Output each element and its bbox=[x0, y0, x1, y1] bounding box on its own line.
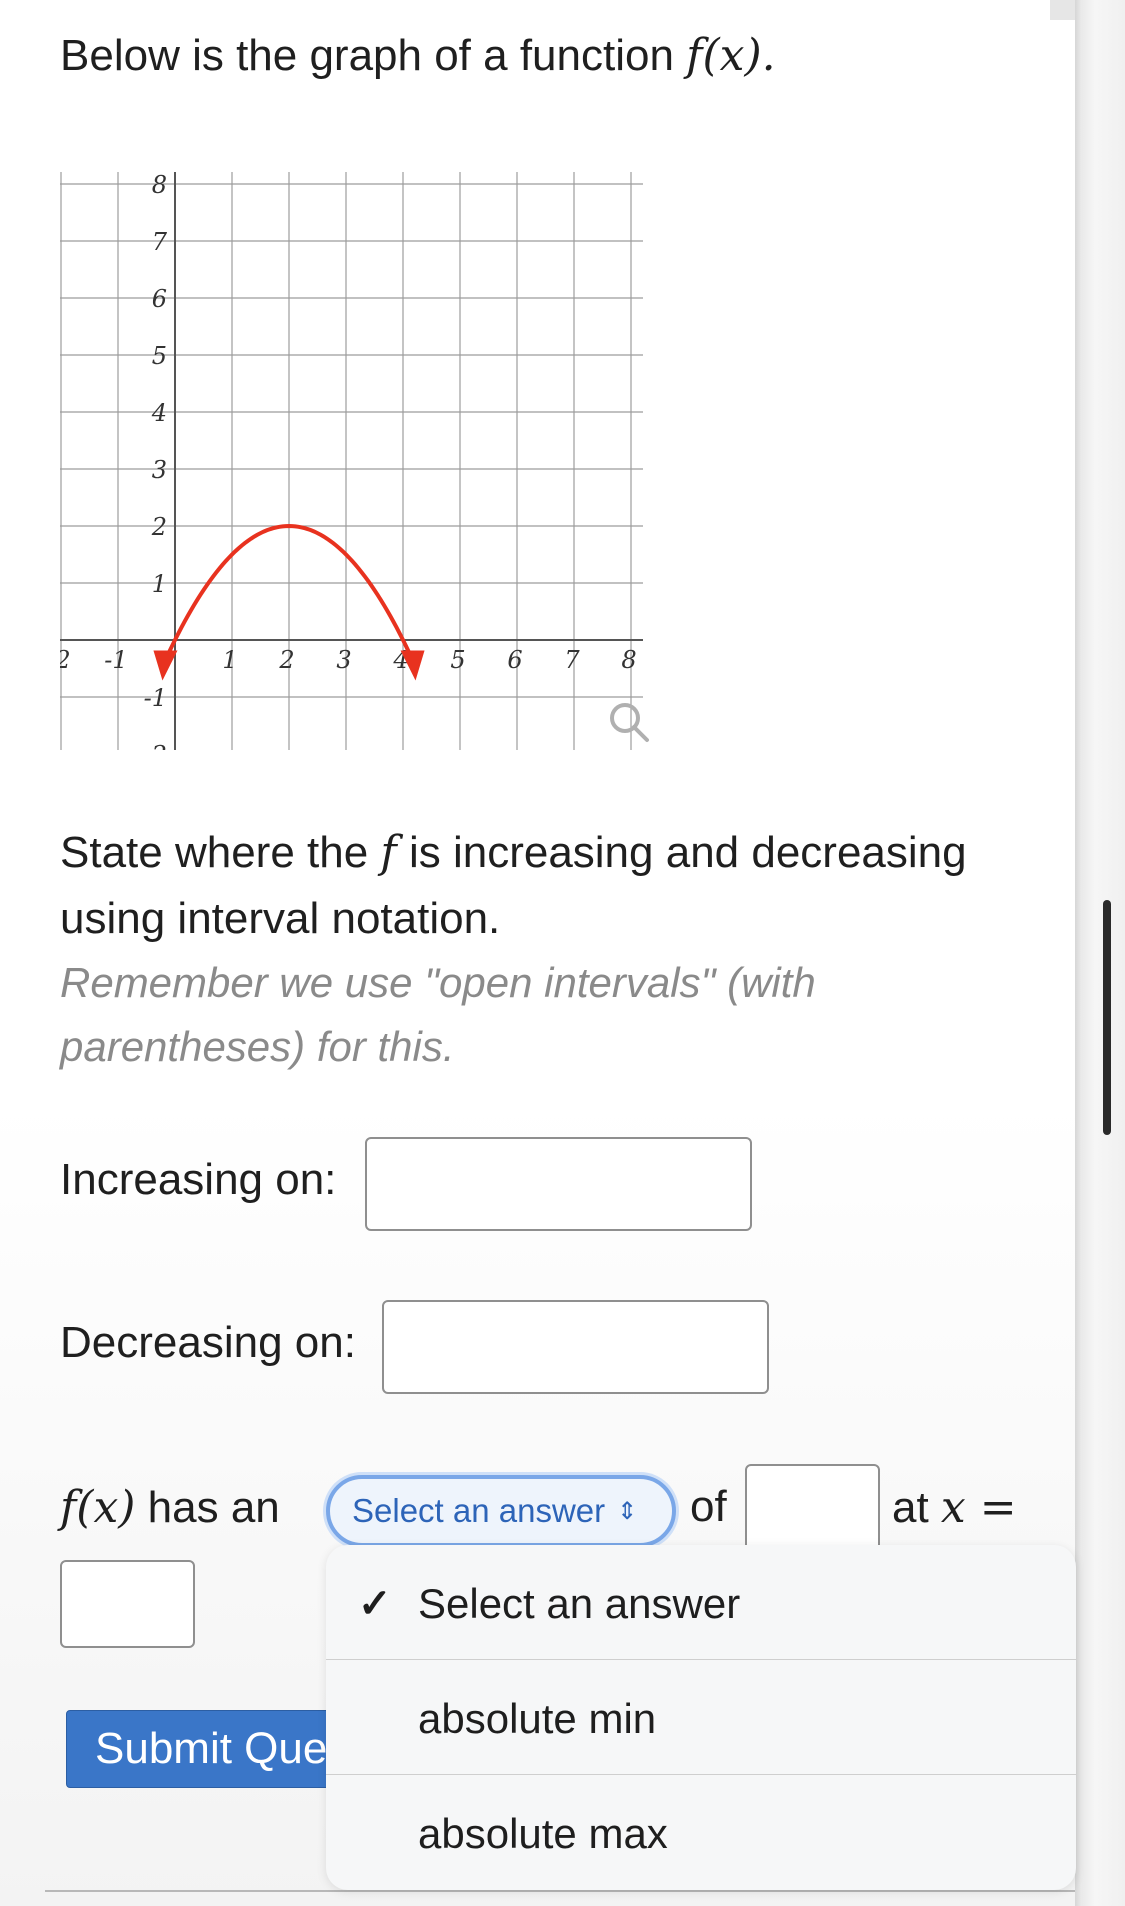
y-tick-label: 2 bbox=[151, 513, 167, 541]
x-tick-label: 2 bbox=[278, 646, 294, 674]
option-label: absolute max bbox=[418, 1810, 668, 1857]
option-label: absolute min bbox=[418, 1695, 657, 1742]
submit-question-button[interactable]: Submit Que bbox=[66, 1710, 366, 1788]
extremum-function: f(x) bbox=[60, 1482, 136, 1533]
option-label: Select an answer bbox=[418, 1580, 741, 1627]
select-value: Select an answer bbox=[352, 1492, 606, 1529]
of-text: of bbox=[690, 1482, 727, 1531]
extremum-dropdown-menu: ✓ Select an answer absolute min absolute… bbox=[326, 1545, 1076, 1890]
curve-arrowhead bbox=[153, 650, 178, 681]
extremum-type-select[interactable]: Select an answer ⇕ bbox=[326, 1475, 676, 1547]
divider bbox=[45, 1890, 1075, 1892]
question-title: Below is the graph of a function f(x). bbox=[60, 30, 776, 81]
scrollbar-thumb[interactable] bbox=[1103, 900, 1111, 1135]
extremum-x-input[interactable] bbox=[60, 1560, 195, 1648]
decreasing-input[interactable] bbox=[382, 1300, 769, 1394]
dropdown-option-select-answer[interactable]: ✓ Select an answer bbox=[326, 1545, 1076, 1659]
y-tick-label: 3 bbox=[152, 456, 167, 484]
function-graph: -2-11234567887654321-1-2 bbox=[60, 171, 649, 750]
y-tick-label: -1 bbox=[144, 684, 167, 712]
at-x-label: at x = bbox=[892, 1482, 1017, 1533]
y-tick-label: 4 bbox=[151, 399, 167, 427]
x-tick-label: 1 bbox=[222, 646, 237, 674]
y-tick-label: 8 bbox=[152, 171, 167, 199]
has-an-text: has an bbox=[135, 1483, 280, 1532]
x-tick-label: -1 bbox=[104, 646, 127, 674]
extremum-value-input[interactable] bbox=[745, 1464, 880, 1556]
increasing-label: Increasing on: bbox=[60, 1155, 337, 1204]
extremum-prefix: f(x) has an bbox=[60, 1482, 280, 1533]
increasing-input[interactable] bbox=[365, 1137, 752, 1231]
x-tick-label: 6 bbox=[507, 646, 522, 674]
x-equals: x = bbox=[940, 1482, 1017, 1533]
window-edge bbox=[1075, 0, 1125, 1906]
prompt-text-a: State where the bbox=[60, 828, 381, 877]
title-text: Below is the graph of a function bbox=[60, 31, 687, 80]
dropdown-option-absolute-max[interactable]: absolute max bbox=[326, 1775, 1076, 1889]
y-tick-label: 5 bbox=[152, 342, 167, 370]
hint-text: Remember we use "open intervals" (with p… bbox=[60, 959, 816, 1070]
x-tick-label: 3 bbox=[336, 646, 351, 674]
title-function: f(x). bbox=[686, 30, 776, 81]
up-down-chevron-icon: ⇕ bbox=[617, 1497, 638, 1525]
y-tick-label: -2 bbox=[144, 741, 167, 750]
x-tick-label: 5 bbox=[450, 646, 465, 674]
window-corner bbox=[1050, 0, 1075, 20]
instructions: State where the f is increasing and decr… bbox=[60, 820, 1050, 952]
y-tick-label: 1 bbox=[152, 570, 167, 598]
at-text: at bbox=[892, 1483, 941, 1532]
y-tick-label: 7 bbox=[152, 228, 168, 256]
magnifier-icon[interactable] bbox=[610, 703, 649, 742]
x-tick-label: 8 bbox=[621, 646, 636, 674]
graph-tick-labels: -2-11234567887654321-1-2 bbox=[60, 171, 637, 750]
x-tick-label: -2 bbox=[60, 646, 71, 674]
dropdown-option-absolute-min[interactable]: absolute min bbox=[326, 1660, 1076, 1774]
prompt-function: f bbox=[380, 827, 397, 878]
checkmark-icon: ✓ bbox=[358, 1582, 392, 1626]
submit-label: Submit Que bbox=[95, 1724, 328, 1773]
x-tick-label: 7 bbox=[564, 646, 580, 674]
y-tick-label: 6 bbox=[152, 285, 167, 313]
decreasing-label: Decreasing on: bbox=[60, 1318, 356, 1367]
